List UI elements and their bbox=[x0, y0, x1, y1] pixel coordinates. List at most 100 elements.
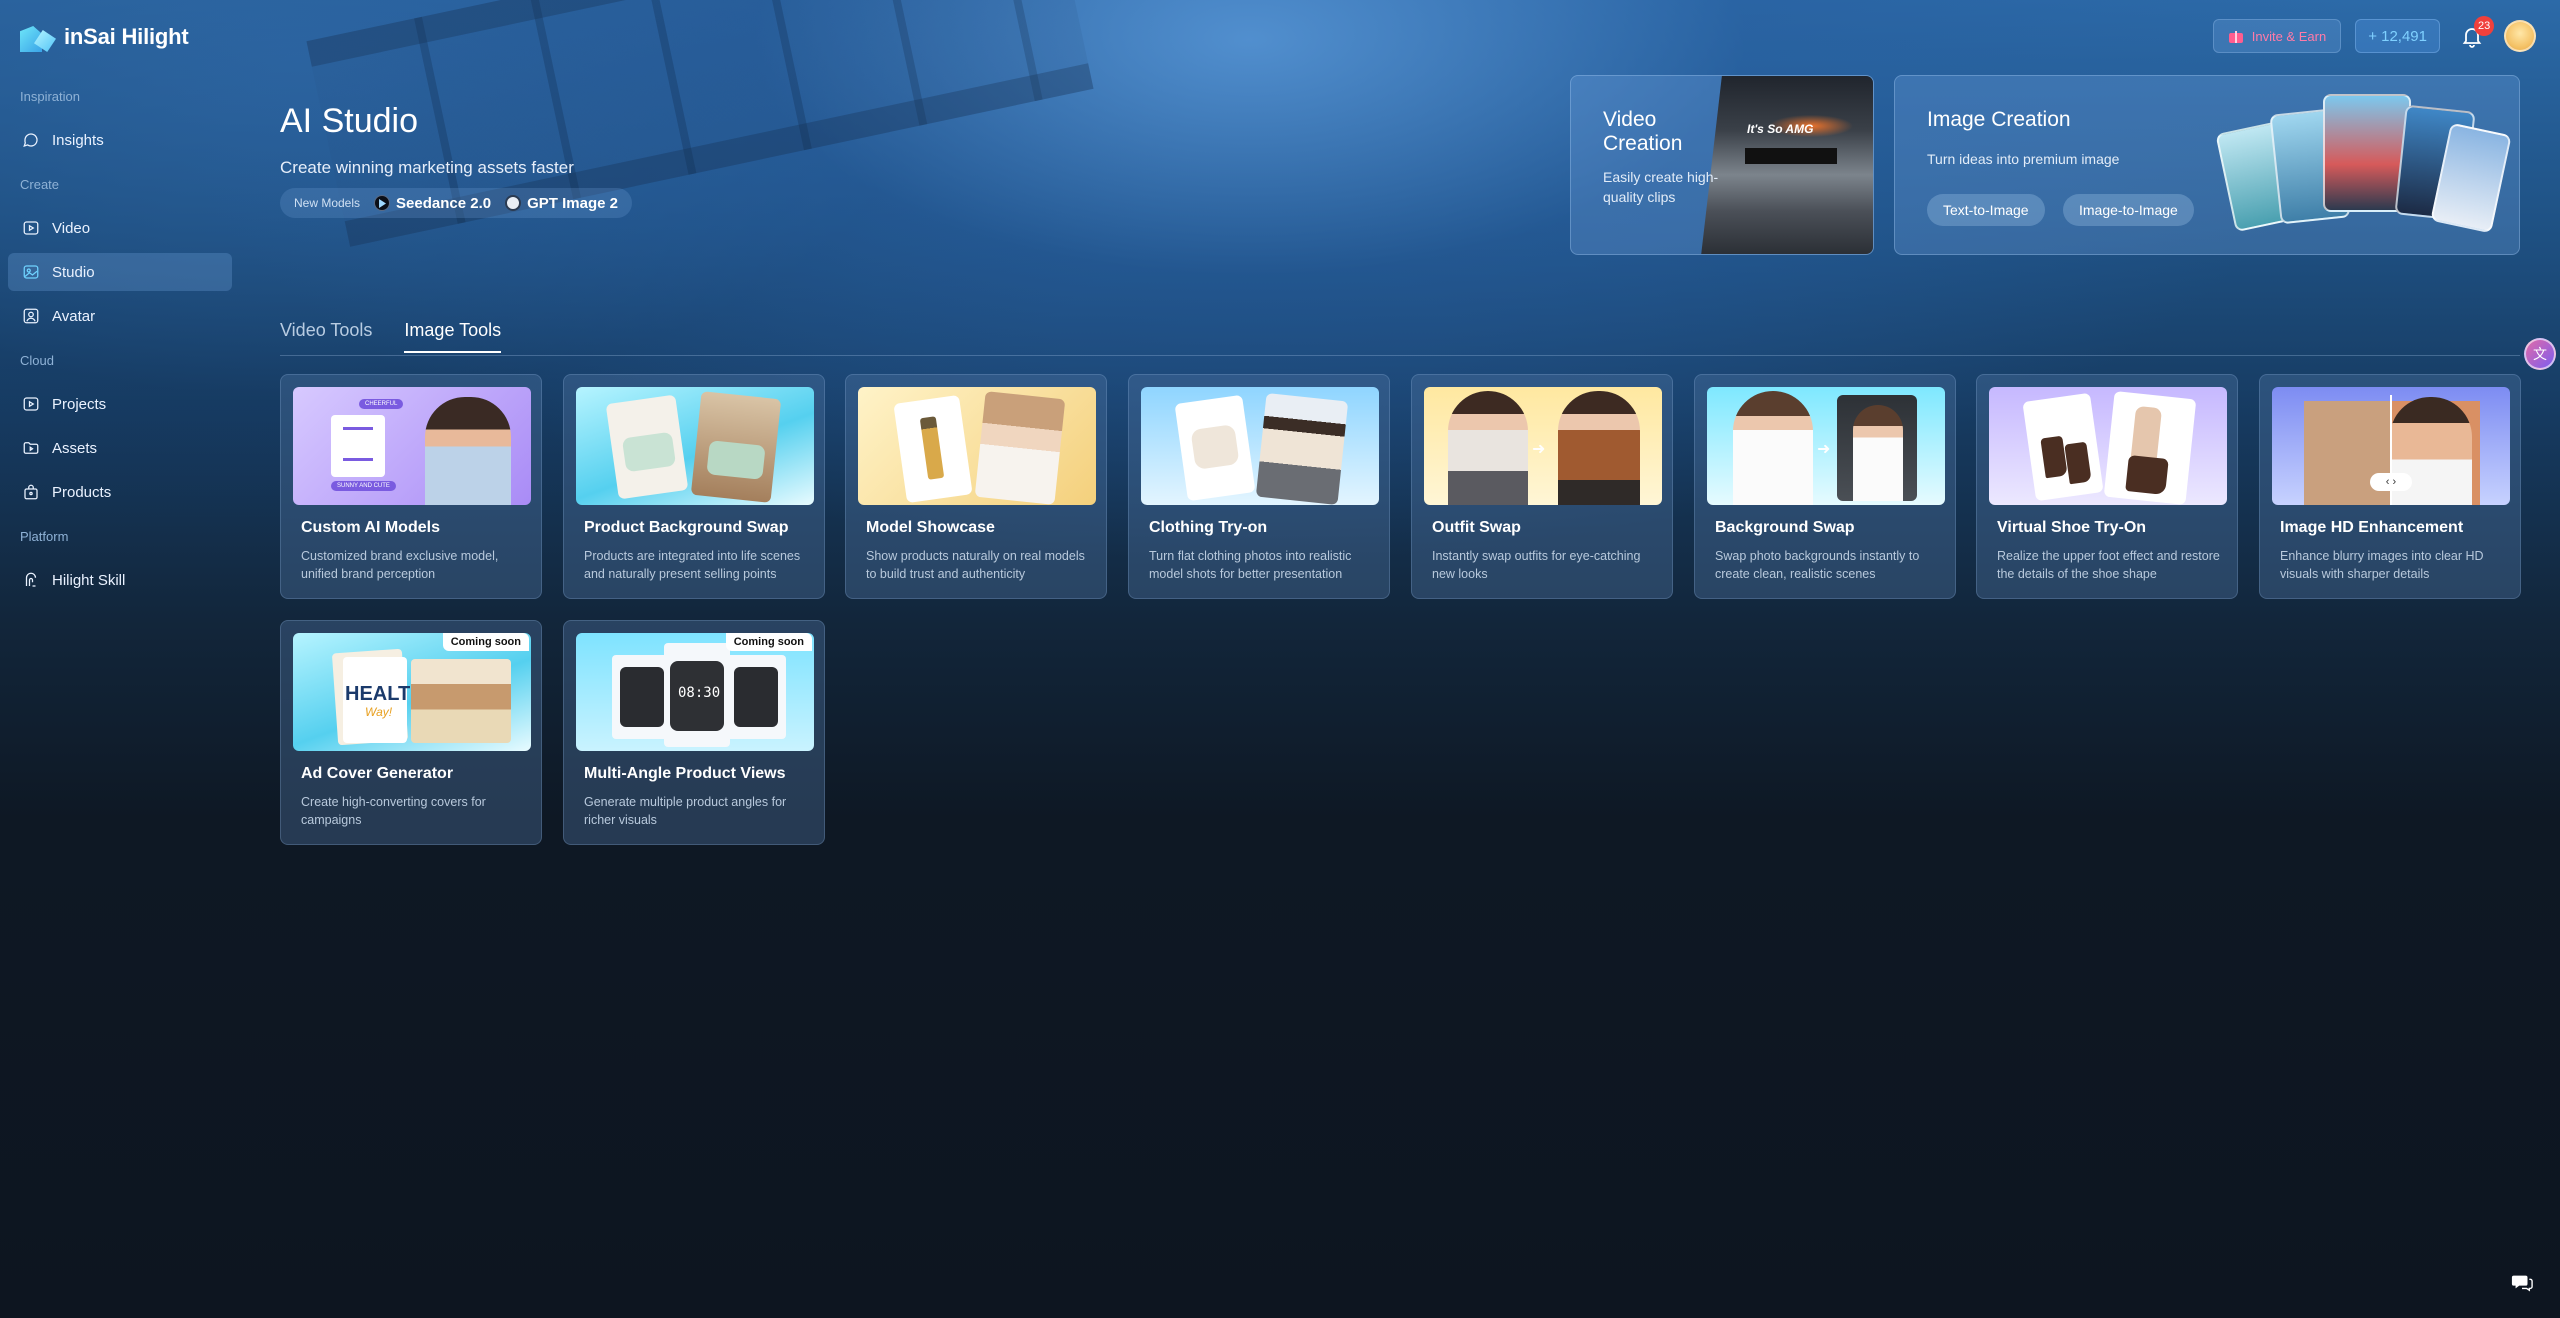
section-create: Create bbox=[20, 177, 60, 192]
sidebar-item-video[interactable]: Video bbox=[8, 209, 232, 247]
tool-name: Product Background Swap bbox=[584, 519, 789, 536]
support-chat-button[interactable] bbox=[2508, 1268, 2536, 1296]
tab-image-tools[interactable]: Image Tools bbox=[404, 320, 502, 353]
tool-card-product-background-swap[interactable]: Product Background Swap Products are int… bbox=[563, 374, 825, 599]
tool-name: Outfit Swap bbox=[1432, 519, 1521, 536]
sidebar: inSai Hilight Inspiration Insights Creat… bbox=[0, 0, 240, 1318]
app-name: inSai Hilight bbox=[64, 24, 189, 49]
model-gpt-image[interactable]: GPT Image 2 bbox=[505, 195, 618, 212]
new-models-bar: New Models Seedance 2.0 GPT Image 2 bbox=[280, 188, 632, 218]
seedance-logo-icon bbox=[374, 195, 391, 211]
sidebar-item-label: Assets bbox=[52, 439, 98, 457]
gift-icon bbox=[2228, 28, 2244, 44]
image-creation-desc: Turn ideas into premium image bbox=[1927, 151, 2120, 167]
model-seedance[interactable]: Seedance 2.0 bbox=[374, 195, 491, 212]
tool-thumbnail: ‹ › bbox=[2272, 387, 2510, 505]
thumbnail-sign: It's So AMG bbox=[1747, 122, 1814, 136]
tool-name: Virtual Shoe Try-On bbox=[1997, 519, 2147, 536]
model-name: Seedance 2.0 bbox=[396, 194, 492, 212]
tool-desc: Realize the upper foot effect and restor… bbox=[1997, 549, 2220, 582]
video-creation-card[interactable]: It's So AMG Video Creation Easily create… bbox=[1570, 75, 1874, 255]
video-creation-thumbnail: It's So AMG bbox=[1701, 76, 1873, 254]
tool-card-background-swap[interactable]: ➜ Background Swap Swap photo backgrounds… bbox=[1694, 374, 1956, 599]
sidebar-item-label: Hilight Skill bbox=[52, 571, 126, 589]
notification-badge: 23 bbox=[2474, 16, 2495, 36]
tool-name: Custom AI Models bbox=[301, 519, 440, 536]
tool-card-ad-cover-generator[interactable]: HEALTHY Way! Coming soon Ad Cover Genera… bbox=[280, 620, 542, 845]
top-bar: Invite & Earn + 12,491 23 bbox=[2212, 16, 2536, 54]
tool-name: Background Swap bbox=[1715, 519, 1855, 536]
avatar-icon bbox=[22, 307, 40, 325]
tab-video-tools[interactable]: Video Tools bbox=[280, 320, 372, 353]
sidebar-item-products[interactable]: Products bbox=[8, 473, 232, 511]
sidebar-item-studio[interactable]: Studio bbox=[8, 253, 232, 291]
sidebar-item-label: Studio bbox=[52, 263, 95, 281]
translate-float-icon[interactable]: 文 bbox=[2524, 338, 2556, 370]
video-creation-title: Video Creation bbox=[1603, 108, 1683, 156]
tool-thumbnail: ➜ bbox=[1424, 387, 1662, 505]
tabs-divider bbox=[280, 355, 2520, 356]
thumb-tag: CHEERFUL bbox=[359, 399, 404, 409]
tool-desc: Turn flat clothing photos into realistic… bbox=[1149, 549, 1352, 582]
tool-thumbnail bbox=[1989, 387, 2227, 505]
tool-card-virtual-shoe-try-on[interactable]: Virtual Shoe Try-On Realize the upper fo… bbox=[1976, 374, 2238, 599]
sidebar-item-hilight-skill[interactable]: Hilight Skill bbox=[8, 561, 232, 599]
chat-bubble-icon bbox=[22, 131, 40, 149]
credits-button[interactable]: + 12,491 bbox=[2355, 19, 2440, 53]
sidebar-item-assets[interactable]: Assets bbox=[8, 429, 232, 467]
thumb-tagline: Way! bbox=[365, 705, 393, 719]
tool-thumbnail bbox=[576, 387, 814, 505]
tool-desc: Create high-converting covers for campai… bbox=[301, 795, 486, 828]
gpt-logo-icon bbox=[505, 195, 522, 211]
sidebar-item-avatar[interactable]: Avatar bbox=[8, 297, 232, 335]
tool-thumbnail: ➜ bbox=[1707, 387, 1945, 505]
invite-earn-button[interactable]: Invite & Earn bbox=[2212, 19, 2342, 53]
text-to-image-button[interactable]: Text-to-Image bbox=[1927, 194, 2045, 226]
video-creation-desc: Easily create high-quality clips bbox=[1603, 169, 1719, 205]
bag-icon bbox=[22, 483, 40, 501]
compare-slider-icon: ‹ › bbox=[2370, 473, 2412, 491]
tool-card-outfit-swap[interactable]: ➜ Outfit Swap Instantly swap outfits for… bbox=[1411, 374, 1673, 599]
sidebar-item-label: Video bbox=[52, 219, 91, 237]
sidebar-item-label: Avatar bbox=[52, 307, 96, 325]
app-logo[interactable]: inSai Hilight bbox=[20, 20, 189, 54]
projects-icon bbox=[22, 395, 40, 413]
tool-card-multi-angle-product-views[interactable]: 08:30 Coming soon Multi-Angle Product Vi… bbox=[563, 620, 825, 845]
tool-card-model-showcase[interactable]: Model Showcase Show products naturally o… bbox=[845, 374, 1107, 599]
tool-card-image-hd-enhancement[interactable]: ‹ › Image HD Enhancement Enhance blurry … bbox=[2259, 374, 2521, 599]
section-cloud: Cloud bbox=[20, 353, 54, 368]
tool-thumbnail: CHEERFUL SUNNY AND CUTE bbox=[293, 387, 531, 505]
tool-name: Clothing Try-on bbox=[1149, 519, 1268, 536]
invite-label: Invite & Earn bbox=[2251, 28, 2327, 44]
tool-card-custom-ai-models[interactable]: CHEERFUL SUNNY AND CUTE Custom AI Models… bbox=[280, 374, 542, 599]
image-to-image-button[interactable]: Image-to-Image bbox=[2063, 194, 2194, 226]
sidebar-item-projects[interactable]: Projects bbox=[8, 385, 232, 423]
tool-name: Image HD Enhancement bbox=[2280, 519, 2464, 536]
sidebar-item-label: Insights bbox=[52, 131, 104, 149]
tool-thumbnail bbox=[858, 387, 1096, 505]
user-avatar[interactable] bbox=[2504, 20, 2536, 52]
sidebar-item-label: Products bbox=[52, 483, 112, 501]
page-subtitle: Create winning marketing assets faster bbox=[280, 158, 574, 177]
arrow-right-icon: ➜ bbox=[1817, 441, 1831, 458]
coming-soon-badge: Coming soon bbox=[442, 633, 529, 651]
sidebar-item-label: Projects bbox=[52, 395, 107, 413]
image-creation-collage bbox=[2215, 86, 2515, 246]
thumb-clock-text: 08:30 bbox=[678, 685, 721, 701]
section-platform: Platform bbox=[20, 529, 69, 544]
model-name: GPT Image 2 bbox=[527, 194, 618, 212]
tool-thumbnail bbox=[1141, 387, 1379, 505]
arrow-right-icon: ➜ bbox=[1532, 441, 1546, 458]
image-creation-card[interactable]: Image Creation Turn ideas into premium i… bbox=[1894, 75, 2520, 255]
tool-desc: Enhance blurry images into clear HD visu… bbox=[2280, 549, 2484, 582]
tool-name: Model Showcase bbox=[866, 519, 995, 536]
tool-desc: Generate multiple product angles for ric… bbox=[584, 795, 787, 828]
tool-card-clothing-try-on[interactable]: Clothing Try-on Turn flat clothing photo… bbox=[1128, 374, 1390, 599]
sidebar-item-insights[interactable]: Insights bbox=[8, 121, 232, 159]
page-title: AI Studio bbox=[280, 102, 418, 140]
thumb-tag: SUNNY AND CUTE bbox=[331, 481, 396, 491]
image-creation-title: Image Creation bbox=[1927, 108, 2071, 131]
chat-icon bbox=[2511, 1275, 2533, 1292]
section-inspiration: Inspiration bbox=[20, 89, 80, 104]
notifications-button[interactable]: 23 bbox=[2454, 16, 2495, 54]
